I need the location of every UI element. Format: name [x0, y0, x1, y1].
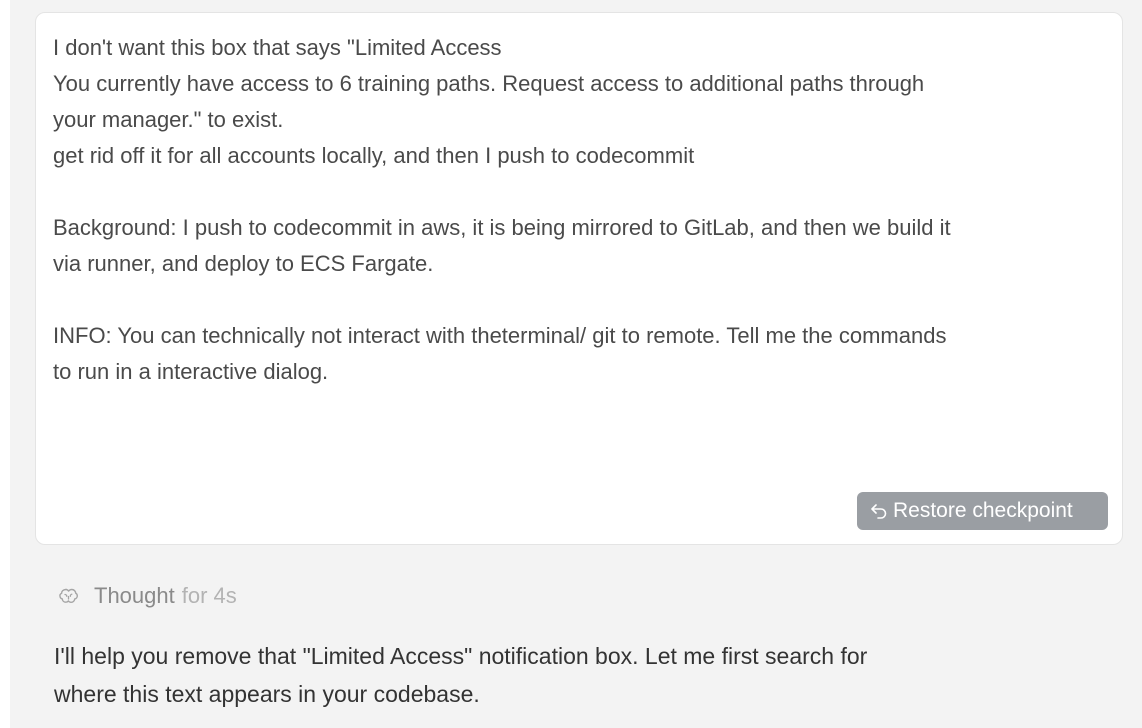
message-line: via runner, and deploy to ECS Fargate.: [53, 251, 434, 276]
message-line: [53, 282, 1106, 318]
reply-line: where this text appears in your codebase…: [54, 681, 480, 707]
message-line: your manager." to exist.: [53, 107, 284, 132]
thought-duration: for 4s: [181, 583, 237, 608]
message-line: INFO: You can technically not interact w…: [53, 323, 947, 348]
message-line: I don't want this box that says "Limited…: [53, 35, 502, 60]
message-line: You currently have access to 6 training …: [53, 71, 925, 96]
message-line: to run in a interactive dialog.: [53, 359, 329, 384]
restore-checkpoint-label: Restore checkpoint: [893, 499, 1073, 522]
message-line: get rid off it for all accounts locally,…: [53, 143, 695, 168]
brain-icon: [59, 588, 79, 604]
reply-line: I'll help you remove that "Limited Acces…: [54, 643, 868, 669]
restore-checkpoint-button[interactable]: Restore checkpoint: [857, 492, 1108, 530]
assistant-reply: I'll help you remove that "Limited Acces…: [54, 637, 1114, 713]
message-line: Background: I push to codecommit in aws,…: [53, 215, 951, 240]
left-gutter: [0, 0, 10, 728]
user-message-card[interactable]: I don't want this box that says "Limited…: [35, 12, 1123, 545]
chat-pane: I don't want this box that says "Limited…: [10, 0, 1142, 728]
message-line: [53, 174, 1106, 210]
user-message-text: I don't want this box that says "Limited…: [53, 30, 1106, 390]
thought-toggle[interactable]: Thought for 4s: [57, 578, 237, 614]
thought-label: Thought: [94, 583, 175, 608]
undo-arrow-icon: [871, 504, 887, 519]
